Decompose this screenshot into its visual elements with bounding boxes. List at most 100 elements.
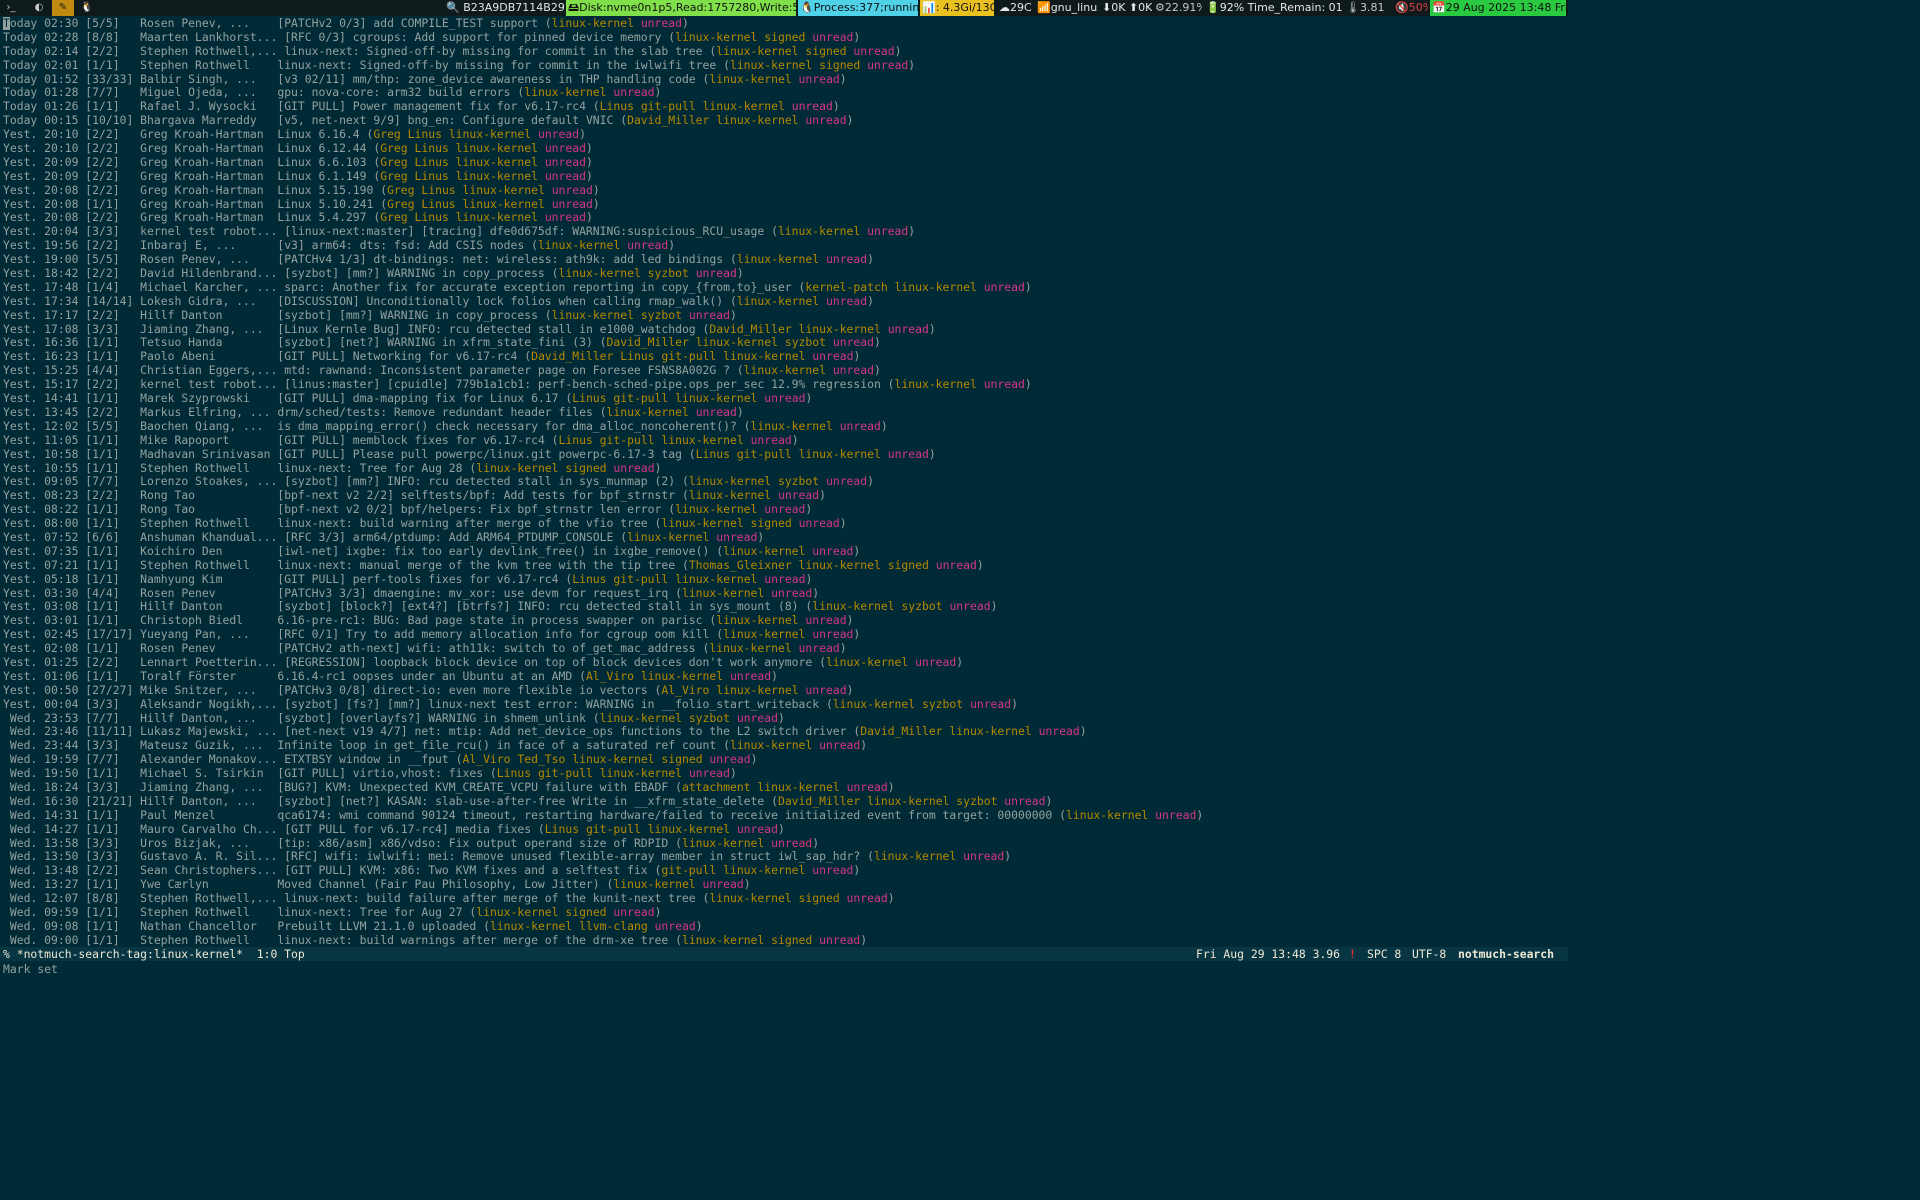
message-thread-row[interactable]: Yest. 01:25 [2/2] Lennart Poetterin... […	[3, 656, 1563, 670]
message-thread-row[interactable]: Yest. 14:41 [1/1] Marek Szyprowski [GIT …	[3, 392, 1563, 406]
message-thread-row[interactable]: Yest. 17:08 [3/3] Jiaming Zhang, ... [Li…	[3, 323, 1563, 337]
workspace-1-button[interactable]: ›_	[0, 0, 22, 16]
message-thread-row[interactable]: Yest. 17:48 [1/4] Michael Karcher, ... s…	[3, 281, 1563, 295]
message-thread-row[interactable]: Today 01:26 [1/1] Rafael J. Wysocki [GIT…	[3, 100, 1563, 114]
message-thread-row[interactable]: Yest. 12:02 [5/5] Baochen Qiang, ... is …	[3, 420, 1563, 434]
volume-indicator[interactable]: 🔇50%	[1393, 0, 1428, 16]
message-thread-row[interactable]: Today 01:28 [7/7] Miguel Ojeda, ... gpu:…	[3, 86, 1563, 100]
disk-indicator[interactable]: 🖴Disk:nvme0n1p5,Read:1757280,Write:50296…	[566, 0, 796, 16]
tags-close: )	[1024, 378, 1032, 392]
message-thread-row[interactable]: Yest. 11:05 [1/1] Mike Rapoport [GIT PUL…	[3, 434, 1563, 448]
message-thread-row[interactable]: Yest. 20:08 [1/1] Greg Kroah-Hartman Lin…	[3, 198, 1563, 212]
tux-indicator[interactable]: 🐧Process:377;running:2	[798, 0, 918, 16]
message-thread-row[interactable]: Yest. 07:21 [1/1] Stephen Rothwell linux…	[3, 559, 1563, 573]
workspace-4-button[interactable]: 🐧	[76, 0, 98, 16]
message-thread-row[interactable]: Wed. 19:50 [1/1] Michael S. Tsirkin [GIT…	[3, 767, 1563, 781]
message-thread-row[interactable]: Today 02:14 [2/2] Stephen Rothwell,... l…	[3, 45, 1563, 59]
tags-close: )	[839, 642, 847, 656]
thread-count: [1/1]	[85, 517, 120, 531]
message-thread-row[interactable]: Yest. 16:23 [1/1] Paolo Abeni [GIT PULL]…	[3, 350, 1563, 364]
message-thread-row[interactable]: Yest. 20:04 [3/3] kernel test robot... […	[3, 225, 1563, 239]
message-thread-row[interactable]: Wed. 12:07 [8/8] Stephen Rothwell,... li…	[3, 892, 1563, 906]
message-thread-row[interactable]: Today 01:52 [33/33] Balbir Singh, ... [v…	[3, 73, 1563, 87]
message-thread-row[interactable]: Yest. 08:23 [2/2] Rong Tao [bpf-next v2 …	[3, 489, 1563, 503]
message-thread-row[interactable]: Yest. 07:52 [6/6] Anshuman Khandual... […	[3, 531, 1563, 545]
message-thread-row[interactable]: Wed. 18:24 [3/3] Jiaming Zhang, ... [BUG…	[3, 781, 1563, 795]
message-thread-row[interactable]: Wed. 13:27 [1/1] Ywe Cærlyn Moved Channe…	[3, 878, 1563, 892]
message-thread-row[interactable]: Yest. 03:01 [1/1] Christoph Biedl 6.16-p…	[3, 614, 1563, 628]
thread-tag: linux-kernel	[723, 350, 806, 364]
message-thread-row[interactable]: Yest. 20:09 [2/2] Greg Kroah-Hartman Lin…	[3, 156, 1563, 170]
load-indicator[interactable]: 🌡3.81	[1344, 0, 1390, 16]
message-thread-row[interactable]: Yest. 00:04 [3/3] Aleksandr Nogikh,... […	[3, 698, 1563, 712]
key-indicator[interactable]: 🔍 B23A9DB7114B2915	[444, 0, 564, 16]
message-thread-row[interactable]: Wed. 19:59 [7/7] Alexander Monakov... ET…	[3, 753, 1563, 767]
message-thread-row[interactable]: Wed. 09:00 [1/1] Stephen Rothwell linux-…	[3, 934, 1563, 948]
message-thread-row[interactable]: Yest. 02:45 [17/17] Yueyang Pan, ... [RF…	[3, 628, 1563, 642]
message-thread-row[interactable]: Yest. 08:22 [1/1] Rong Tao [bpf-next v2 …	[3, 503, 1563, 517]
wifi-indicator[interactable]: 📶gnu_linux1	[1035, 0, 1098, 16]
message-thread-row[interactable]: Yest. 10:58 [1/1] Madhavan Srinivasan [G…	[3, 448, 1563, 462]
thread-tag: linux-kernel	[757, 780, 840, 794]
thread-date: Yest. 01:06	[3, 669, 79, 683]
message-thread-row[interactable]: Wed. 09:59 [1/1] Stephen Rothwell linux-…	[3, 906, 1563, 920]
message-thread-row[interactable]: Yest. 17:17 [2/2] Hillf Danton [syzbot] …	[3, 309, 1563, 323]
thread-authors: Mauro Carvalho Ch...	[140, 822, 278, 836]
network-indicator[interactable]: ⬇0K ⬆0K	[1100, 0, 1152, 16]
message-thread-row[interactable]: Yest. 02:08 [1/1] Rosen Penev [PATCHv2 a…	[3, 642, 1563, 656]
message-thread-row[interactable]: Yest. 19:56 [2/2] Inbaraj E, ... [v3] ar…	[3, 239, 1563, 253]
message-thread-row[interactable]: Yest. 16:36 [1/1] Tetsuo Handa [syzbot] …	[3, 336, 1563, 350]
thread-tag: unread	[709, 753, 751, 767]
message-thread-row[interactable]: Today 02:30 [5/5] Rosen Penev, ... [PATC…	[3, 17, 1563, 31]
message-thread-row[interactable]: Wed. 13:48 [2/2] Sean Christophers... [G…	[3, 864, 1563, 878]
message-thread-row[interactable]: Wed. 23:46 [11/11] Lukasz Majewski, ... …	[3, 725, 1563, 739]
message-thread-row[interactable]: Yest. 15:25 [4/4] Christian Eggers,... m…	[3, 364, 1563, 378]
tags-close: )	[750, 753, 758, 767]
message-thread-row[interactable]: Yest. 20:09 [2/2] Greg Kroah-Hartman Lin…	[3, 170, 1563, 184]
tags-open: (	[462, 461, 477, 475]
message-thread-row[interactable]: Yest. 07:35 [1/1] Koichiro Den [iwl-net]…	[3, 545, 1563, 559]
workspace-2-button[interactable]: ◐	[28, 0, 50, 16]
notmuch-search-results[interactable]: Today 02:30 [5/5] Rosen Penev, ... [PATC…	[3, 17, 1563, 948]
message-thread-row[interactable]: Yest. 20:10 [2/2] Greg Kroah-Hartman Lin…	[3, 142, 1563, 156]
message-thread-row[interactable]: Yest. 20:08 [2/2] Greg Kroah-Hartman Lin…	[3, 211, 1563, 225]
message-thread-row[interactable]: Yest. 20:08 [2/2] Greg Kroah-Hartman Lin…	[3, 184, 1563, 198]
calendar-indicator[interactable]: 📅29 Aug 2025 13:48 Fri	[1430, 0, 1566, 16]
thread-authors: Hillf Danton	[140, 308, 223, 322]
message-thread-row[interactable]: Yest. 10:55 [1/1] Stephen Rothwell linux…	[3, 462, 1563, 476]
battery-indicator[interactable]: 🔋92% Time_Remain: 01:34:13	[1204, 0, 1342, 16]
thread-tag: linux-kernel	[1066, 808, 1149, 822]
message-thread-row[interactable]: Yest. 01:06 [1/1] Toralf Förster 6.16.4-…	[3, 670, 1563, 684]
message-thread-row[interactable]: Yest. 09:05 [7/7] Lorenzo Stoakes, ... […	[3, 475, 1563, 489]
message-thread-row[interactable]: Yest. 15:17 [2/2] kernel test robot... […	[3, 378, 1563, 392]
message-thread-row[interactable]: Wed. 09:08 [1/1] Nathan Chancellor Prebu…	[3, 920, 1563, 934]
message-thread-row[interactable]: Today 02:28 [8/8] Maarten Lankhorst... […	[3, 31, 1563, 45]
thread-tag: syzbot	[784, 336, 826, 350]
message-thread-row[interactable]: Wed. 13:58 [3/3] Uros Bizjak, ... [tip: …	[3, 837, 1563, 851]
message-thread-row[interactable]: Wed. 23:44 [3/3] Mateusz Guzik, ... Infi…	[3, 739, 1563, 753]
minibuffer[interactable]: Mark set	[3, 962, 58, 976]
message-thread-row[interactable]: Today 02:01 [1/1] Stephen Rothwell linux…	[3, 59, 1563, 73]
message-thread-row[interactable]: Yest. 19:00 [5/5] Rosen Penev, ... [PATC…	[3, 253, 1563, 267]
message-thread-row[interactable]: Wed. 14:31 [1/1] Paul Menzel qca6174: wm…	[3, 809, 1563, 823]
message-thread-row[interactable]: Today 00:15 [10/10] Bhargava Marreddy [v…	[3, 114, 1563, 128]
temperature-indicator[interactable]: ☁29C	[997, 0, 1033, 16]
message-thread-row[interactable]: Yest. 20:10 [2/2] Greg Kroah-Hartman Lin…	[3, 128, 1563, 142]
message-thread-row[interactable]: Yest. 03:30 [4/4] Rosen Penev [PATCHv3 3…	[3, 587, 1563, 601]
message-thread-row[interactable]: Yest. 08:00 [1/1] Stephen Rothwell linux…	[3, 517, 1563, 531]
workspace-3-button[interactable]: ✎	[52, 0, 74, 16]
message-thread-row[interactable]: Wed. 13:50 [3/3] Gustavo A. R. Sil... [R…	[3, 850, 1563, 864]
message-thread-row[interactable]: Yest. 17:34 [14/14] Lokesh Gidra, ... [D…	[3, 295, 1563, 309]
message-thread-row[interactable]: Wed. 14:27 [1/1] Mauro Carvalho Ch... [G…	[3, 823, 1563, 837]
cpu-indicator[interactable]: ⚙22.91%	[1153, 0, 1202, 16]
message-thread-row[interactable]: Yest. 03:08 [1/1] Hillf Danton [syzbot] …	[3, 600, 1563, 614]
message-thread-row[interactable]: Wed. 16:30 [21/21] Hillf Danton, ... [sy…	[3, 795, 1563, 809]
thread-tag: linux-kernel	[640, 669, 724, 683]
message-thread-row[interactable]: Yest. 00:50 [27/27] Mike Snitzer, ... [P…	[3, 684, 1563, 698]
message-thread-row[interactable]: Yest. 18:42 [2/2] David Hildenbrand... […	[3, 267, 1563, 281]
message-thread-row[interactable]: Yest. 13:45 [2/2] Markus Elfring, ... dr…	[3, 406, 1563, 420]
message-thread-row[interactable]: Wed. 23:53 [7/7] Hillf Danton, ... [syzb…	[3, 712, 1563, 726]
message-thread-row[interactable]: Yest. 05:18 [1/1] Namhyung Kim [GIT PULL…	[3, 573, 1563, 587]
memory-indicator[interactable]: 📊: 4.3Gi/13Gi	[920, 0, 994, 16]
